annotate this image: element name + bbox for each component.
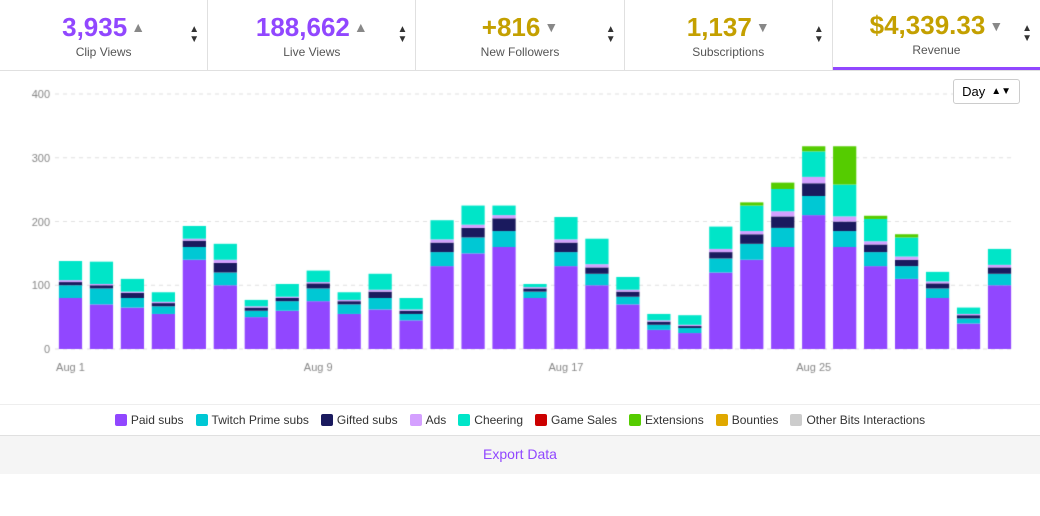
legend-label-twitch-prime-subs: Twitch Prime subs bbox=[212, 413, 309, 427]
legend-label-paid-subs: Paid subs bbox=[131, 413, 184, 427]
trend-icon-clip-views: ▲ bbox=[131, 19, 145, 35]
legend-color-ads bbox=[410, 414, 422, 426]
day-label: Day bbox=[962, 84, 985, 99]
header-value-live-views: 188,662▲ bbox=[256, 12, 368, 43]
legend: Paid subs Twitch Prime subs Gifted subs Ads… bbox=[0, 404, 1040, 435]
sort-arrows-subscriptions[interactable]: ▲▼ bbox=[814, 25, 824, 45]
header-value-revenue: $4,339.33▼ bbox=[870, 10, 1004, 41]
header-value-new-followers: +816▼ bbox=[482, 12, 558, 43]
chart-wrapper bbox=[15, 84, 1025, 379]
legend-label-bounties: Bounties bbox=[732, 413, 779, 427]
header-label-revenue: Revenue bbox=[912, 43, 960, 57]
sort-arrows-new-followers[interactable]: ▲▼ bbox=[606, 25, 616, 45]
header-label-subscriptions: Subscriptions bbox=[692, 45, 764, 59]
legend-item-cheering: Cheering bbox=[458, 413, 523, 427]
chart-section: Day ▲▼ bbox=[0, 71, 1040, 399]
header: 3,935▲Clip Views▲▼188,662▲Live Views▲▼+8… bbox=[0, 0, 1040, 71]
day-arrows-icon: ▲▼ bbox=[991, 87, 1011, 97]
header-value-clip-views: 3,935▲ bbox=[62, 12, 145, 43]
legend-color-paid-subs bbox=[115, 414, 127, 426]
legend-label-gifted-subs: Gifted subs bbox=[337, 413, 398, 427]
header-item-new-followers: +816▼ New Followers ▲▼ bbox=[416, 0, 624, 70]
legend-item-ads: Ads bbox=[410, 413, 447, 427]
legend-color-bounties bbox=[716, 414, 728, 426]
header-item-clip-views: 3,935▲ Clip Views ▲▼ bbox=[0, 0, 208, 70]
legend-color-extensions bbox=[629, 414, 641, 426]
legend-item-paid-subs: Paid subs bbox=[115, 413, 184, 427]
legend-color-gifted-subs bbox=[321, 414, 333, 426]
header-label-new-followers: New Followers bbox=[481, 45, 560, 59]
legend-label-other-bits: Other Bits Interactions bbox=[806, 413, 925, 427]
legend-color-cheering bbox=[458, 414, 470, 426]
trend-icon-revenue: ▼ bbox=[989, 18, 1003, 34]
export-data-link[interactable]: Export Data bbox=[483, 446, 557, 462]
legend-color-twitch-prime-subs bbox=[196, 414, 208, 426]
header-item-revenue: $4,339.33▼ Revenue ▲▼ bbox=[833, 0, 1040, 70]
trend-icon-new-followers: ▼ bbox=[544, 19, 558, 35]
sort-arrows-revenue[interactable]: ▲▼ bbox=[1022, 24, 1032, 44]
header-value-subscriptions: 1,137▼ bbox=[687, 12, 770, 43]
legend-label-ads: Ads bbox=[426, 413, 447, 427]
legend-item-gifted-subs: Gifted subs bbox=[321, 413, 398, 427]
legend-color-game-sales bbox=[535, 414, 547, 426]
day-selector[interactable]: Day ▲▼ bbox=[953, 79, 1020, 104]
header-label-live-views: Live Views bbox=[283, 45, 340, 59]
header-item-subscriptions: 1,137▼ Subscriptions ▲▼ bbox=[625, 0, 833, 70]
header-item-live-views: 188,662▲ Live Views ▲▼ bbox=[208, 0, 416, 70]
legend-item-other-bits: Other Bits Interactions bbox=[790, 413, 925, 427]
legend-label-cheering: Cheering bbox=[474, 413, 523, 427]
legend-item-twitch-prime-subs: Twitch Prime subs bbox=[196, 413, 309, 427]
sort-arrows-clip-views[interactable]: ▲▼ bbox=[189, 25, 199, 45]
legend-label-game-sales: Game Sales bbox=[551, 413, 617, 427]
legend-item-extensions: Extensions bbox=[629, 413, 704, 427]
x-axis-labels bbox=[53, 379, 1025, 399]
trend-icon-live-views: ▲ bbox=[354, 19, 368, 35]
legend-label-extensions: Extensions bbox=[645, 413, 704, 427]
footer: Export Data bbox=[0, 435, 1040, 474]
legend-item-bounties: Bounties bbox=[716, 413, 779, 427]
header-label-clip-views: Clip Views bbox=[76, 45, 132, 59]
legend-item-game-sales: Game Sales bbox=[535, 413, 617, 427]
sort-arrows-live-views[interactable]: ▲▼ bbox=[398, 25, 408, 45]
trend-icon-subscriptions: ▼ bbox=[756, 19, 770, 35]
legend-color-other-bits bbox=[790, 414, 802, 426]
